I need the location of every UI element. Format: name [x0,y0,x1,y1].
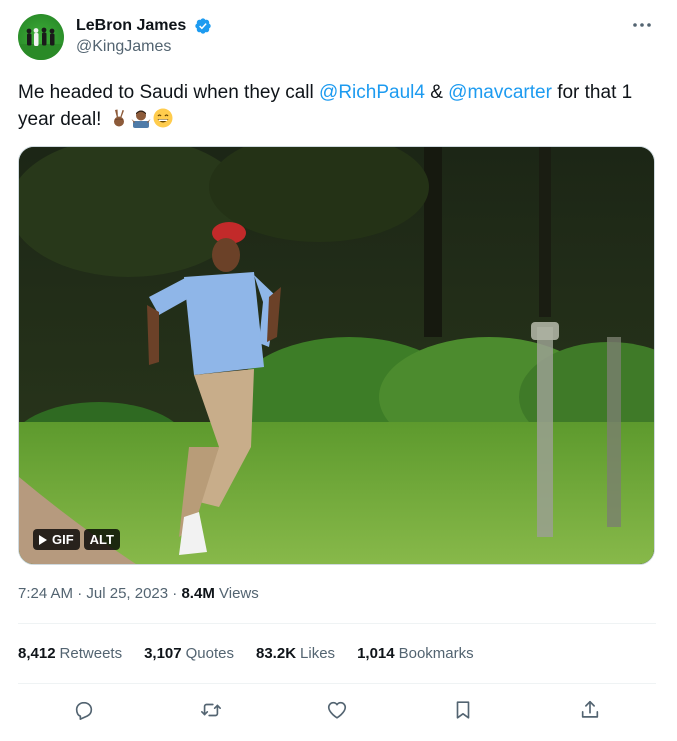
avatar-image [18,27,64,60]
views-count: 8.4M [181,585,215,602]
avatar[interactable] [18,14,64,60]
bookmark-icon[interactable] [452,699,474,721]
gif-badge-label: GIF [52,532,74,547]
likes-label: Likes [300,645,336,662]
likes-count: 83.2K [256,645,297,662]
user-handle[interactable]: @KingJames [76,37,212,57]
bookmarks-label: Bookmarks [398,645,474,662]
bookmarks-count: 1,014 [357,645,395,662]
divider [18,623,656,624]
tweet-date[interactable]: Jul 25, 2023 [86,585,168,602]
bookmark-button[interactable] [450,697,476,723]
tweet-actions [18,697,656,725]
display-name[interactable]: LeBron James [76,16,186,36]
quotes-count: 3,107 [144,645,182,662]
like-button[interactable] [324,697,350,723]
retweet-button[interactable] [198,697,224,723]
quotes-label: Quotes [185,645,234,662]
alt-badge-label: ALT [89,532,114,547]
person-shrugging-emoji-icon [131,110,151,128]
divider [18,683,656,684]
more-options-icon[interactable] [631,16,653,34]
like-icon[interactable] [326,699,348,721]
victory-hand-emoji-icon [113,109,124,127]
tweet-text: Me headed to Saudi when they call @RichP… [18,79,658,133]
retweet-icon[interactable] [200,699,222,721]
gif-frame-image [19,147,654,564]
meta-separator: · [73,585,87,602]
retweets-label: Retweets [59,645,123,662]
quotes-stat[interactable]: 3,107 Quotes [144,645,234,663]
bookmarks-stat[interactable]: 1,014 Bookmarks [357,645,474,663]
tweet-time[interactable]: 7:24 AM [18,585,73,602]
retweets-stat[interactable]: 8,412 Retweets [18,645,122,663]
views-label: Views [219,585,259,602]
media-badges: GIF ALT [33,529,120,550]
tweet-meta: 7:24 AM · Jul 25, 2023 · 8.4M Views [18,585,259,603]
gif-badge[interactable]: GIF [33,529,80,550]
reply-icon[interactable] [73,699,95,721]
tweet-text-segment: & [424,82,449,103]
mention-link[interactable]: @RichPaul4 [319,82,425,103]
tweet-text-segment: Me headed to Saudi when they call [18,82,320,103]
media-gif[interactable]: GIF ALT [18,146,655,565]
alt-text-badge[interactable]: ALT [83,529,120,550]
likes-stat[interactable]: 83.2K Likes [256,645,335,663]
verified-badge-icon[interactable] [194,17,212,35]
share-icon[interactable] [579,699,601,721]
retweets-count: 8,412 [18,645,56,662]
share-button[interactable] [577,697,603,723]
reply-button[interactable] [71,697,97,723]
play-icon[interactable] [39,534,47,545]
meta-separator: · [168,585,182,602]
tweet-header: LeBron James @KingJames [18,12,659,62]
tweet-stats: 8,412 Retweets 3,107 Quotes 83.2K Likes 1,0… [18,645,496,663]
grinning-face-emoji-icon [153,108,173,128]
mention-link[interactable]: @mavcarter [448,82,552,103]
